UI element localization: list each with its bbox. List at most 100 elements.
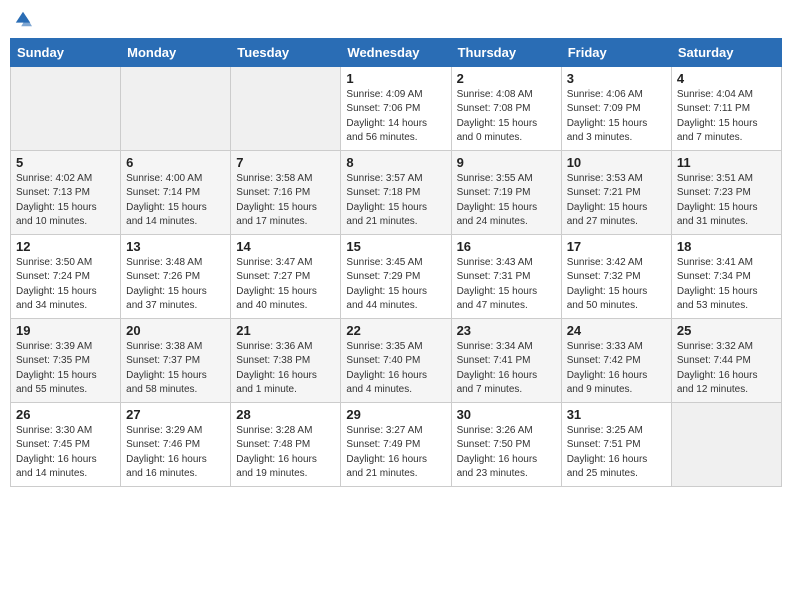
weekday-header-thursday: Thursday [451,38,561,66]
calendar-cell: 11 Sunrise: 3:51 AM Sunset: 7:23 PM Dayli… [671,150,781,234]
calendar-cell: 4 Sunrise: 4:04 AM Sunset: 7:11 PM Daylig… [671,66,781,150]
calendar-cell [11,66,121,150]
week-row-5: 26Sunrise: 3:30 AM Sunset: 7:45 PM Dayli… [11,402,782,486]
day-info: Sunrise: 3:32 AM Sunset: 7:44 PM Dayligh… [677,340,776,398]
weekday-header-saturday: Saturday [671,38,781,66]
calendar-cell: 13 Sunrise: 3:48 AM Sunset: 7:26 PM Dayli… [121,234,231,318]
logo-icon [14,10,32,28]
day-number: 11 [677,155,776,170]
day-info: Sunrise: 3:50 AM Sunset: 7:24 PM Dayligh… [16,256,115,314]
day-info: Sunrise: 3:38 AM Sunset: 7:37 PM Dayligh… [126,340,225,398]
page-header [10,10,782,30]
day-info: Sunrise: 3:58 AM Sunset: 7:16 PM Dayligh… [236,172,335,230]
day-number: 16 [457,239,556,254]
day-number: 27 [126,407,225,422]
day-info: Sunrise: 3:57 AM Sunset: 7:18 PM Dayligh… [346,172,445,230]
day-info: Sunrise: 3:55 AM Sunset: 7:19 PM Dayligh… [457,172,556,230]
calendar-cell: 5 Sunrise: 4:02 AM Sunset: 7:13 PM Daylig… [11,150,121,234]
day-info: Sunrise: 3:33 AM Sunset: 7:42 PM Dayligh… [567,340,666,398]
day-number: 26 [16,407,115,422]
calendar-cell [121,66,231,150]
calendar-cell: 18 Sunrise: 3:41 AM Sunset: 7:34 PM Dayli… [671,234,781,318]
week-row-3: 12 Sunrise: 3:50 AM Sunset: 7:24 PM Dayli… [11,234,782,318]
day-number: 12 [16,239,115,254]
weekday-header-tuesday: Tuesday [231,38,341,66]
calendar-cell: 24Sunrise: 3:33 AM Sunset: 7:42 PM Dayli… [561,318,671,402]
day-number: 13 [126,239,225,254]
calendar-cell: 16 Sunrise: 3:43 AM Sunset: 7:31 PM Dayli… [451,234,561,318]
calendar-cell: 8 Sunrise: 3:57 AM Sunset: 7:18 PM Daylig… [341,150,451,234]
day-info: Sunrise: 3:25 AM Sunset: 7:51 PM Dayligh… [567,424,666,482]
day-number: 28 [236,407,335,422]
day-info: Sunrise: 3:34 AM Sunset: 7:41 PM Dayligh… [457,340,556,398]
weekday-header-monday: Monday [121,38,231,66]
day-info: Sunrise: 3:35 AM Sunset: 7:40 PM Dayligh… [346,340,445,398]
day-info: Sunrise: 3:53 AM Sunset: 7:21 PM Dayligh… [567,172,666,230]
day-info: Sunrise: 3:27 AM Sunset: 7:49 PM Dayligh… [346,424,445,482]
day-info: Sunrise: 3:42 AM Sunset: 7:32 PM Dayligh… [567,256,666,314]
calendar-table: SundayMondayTuesdayWednesdayThursdayFrid… [10,38,782,487]
day-number: 25 [677,323,776,338]
day-info: Sunrise: 3:39 AM Sunset: 7:35 PM Dayligh… [16,340,115,398]
calendar-cell [231,66,341,150]
day-number: 5 [16,155,115,170]
day-info: Sunrise: 3:45 AM Sunset: 7:29 PM Dayligh… [346,256,445,314]
week-row-2: 5 Sunrise: 4:02 AM Sunset: 7:13 PM Daylig… [11,150,782,234]
day-info: Sunrise: 3:36 AM Sunset: 7:38 PM Dayligh… [236,340,335,398]
day-info: Sunrise: 4:08 AM Sunset: 7:08 PM Dayligh… [457,88,556,146]
logo [14,10,34,30]
day-number: 17 [567,239,666,254]
calendar-cell: 22 Sunrise: 3:35 AM Sunset: 7:40 PM Dayli… [341,318,451,402]
weekday-header-sunday: Sunday [11,38,121,66]
calendar-cell: 26Sunrise: 3:30 AM Sunset: 7:45 PM Dayli… [11,402,121,486]
day-number: 22 [346,323,445,338]
calendar-cell: 12 Sunrise: 3:50 AM Sunset: 7:24 PM Dayli… [11,234,121,318]
calendar-cell: 1 Sunrise: 4:09 AM Sunset: 7:06 PM Daylig… [341,66,451,150]
calendar-cell: 23Sunrise: 3:34 AM Sunset: 7:41 PM Dayli… [451,318,561,402]
calendar-cell: 28Sunrise: 3:28 AM Sunset: 7:48 PM Dayli… [231,402,341,486]
calendar-cell: 27 Sunrise: 3:29 AM Sunset: 7:46 PM Dayli… [121,402,231,486]
calendar-cell: 10 Sunrise: 3:53 AM Sunset: 7:21 PM Dayli… [561,150,671,234]
calendar-cell: 9Sunrise: 3:55 AM Sunset: 7:19 PM Daylig… [451,150,561,234]
day-number: 19 [16,323,115,338]
calendar-cell: 7 Sunrise: 3:58 AM Sunset: 7:16 PM Daylig… [231,150,341,234]
calendar-cell: 21Sunrise: 3:36 AM Sunset: 7:38 PM Dayli… [231,318,341,402]
calendar-cell: 31 Sunrise: 3:25 AM Sunset: 7:51 PM Dayli… [561,402,671,486]
day-info: Sunrise: 3:47 AM Sunset: 7:27 PM Dayligh… [236,256,335,314]
calendar-cell: 19 Sunrise: 3:39 AM Sunset: 7:35 PM Dayli… [11,318,121,402]
calendar-cell: 15 Sunrise: 3:45 AM Sunset: 7:29 PM Dayli… [341,234,451,318]
day-info: Sunrise: 4:02 AM Sunset: 7:13 PM Dayligh… [16,172,115,230]
week-row-4: 19 Sunrise: 3:39 AM Sunset: 7:35 PM Dayli… [11,318,782,402]
calendar-cell: 17 Sunrise: 3:42 AM Sunset: 7:32 PM Dayli… [561,234,671,318]
day-number: 29 [346,407,445,422]
calendar-cell: 6 Sunrise: 4:00 AM Sunset: 7:14 PM Daylig… [121,150,231,234]
day-number: 14 [236,239,335,254]
day-number: 8 [346,155,445,170]
day-info: Sunrise: 4:04 AM Sunset: 7:11 PM Dayligh… [677,88,776,146]
day-number: 6 [126,155,225,170]
weekday-header-row: SundayMondayTuesdayWednesdayThursdayFrid… [11,38,782,66]
day-number: 4 [677,71,776,86]
calendar-cell: 20Sunrise: 3:38 AM Sunset: 7:37 PM Dayli… [121,318,231,402]
weekday-header-wednesday: Wednesday [341,38,451,66]
day-number: 2 [457,71,556,86]
day-number: 10 [567,155,666,170]
day-number: 1 [346,71,445,86]
day-number: 15 [346,239,445,254]
day-info: Sunrise: 3:51 AM Sunset: 7:23 PM Dayligh… [677,172,776,230]
day-info: Sunrise: 3:43 AM Sunset: 7:31 PM Dayligh… [457,256,556,314]
day-info: Sunrise: 4:06 AM Sunset: 7:09 PM Dayligh… [567,88,666,146]
day-info: Sunrise: 3:26 AM Sunset: 7:50 PM Dayligh… [457,424,556,482]
day-info: Sunrise: 4:00 AM Sunset: 7:14 PM Dayligh… [126,172,225,230]
week-row-1: 1 Sunrise: 4:09 AM Sunset: 7:06 PM Daylig… [11,66,782,150]
day-info: Sunrise: 3:29 AM Sunset: 7:46 PM Dayligh… [126,424,225,482]
day-number: 7 [236,155,335,170]
calendar-cell [671,402,781,486]
calendar-cell: 14 Sunrise: 3:47 AM Sunset: 7:27 PM Dayli… [231,234,341,318]
day-number: 18 [677,239,776,254]
day-info: Sunrise: 3:41 AM Sunset: 7:34 PM Dayligh… [677,256,776,314]
day-info: Sunrise: 4:09 AM Sunset: 7:06 PM Dayligh… [346,88,445,146]
day-info: Sunrise: 3:48 AM Sunset: 7:26 PM Dayligh… [126,256,225,314]
calendar-cell: 3Sunrise: 4:06 AM Sunset: 7:09 PM Daylig… [561,66,671,150]
day-number: 31 [567,407,666,422]
